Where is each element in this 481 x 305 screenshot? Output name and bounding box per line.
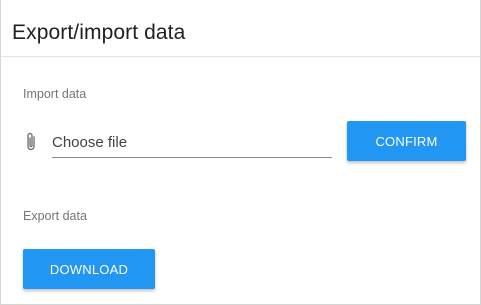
choose-file-input[interactable] [52, 128, 332, 158]
export-data-label: Export data [23, 209, 87, 223]
confirm-button[interactable]: CONFIRM [347, 121, 466, 161]
file-chooser-field[interactable] [23, 128, 332, 158]
export-import-card: Export/import data Import data CONFIRM E… [0, 0, 481, 305]
import-data-label: Import data [23, 87, 87, 101]
download-button[interactable]: DOWNLOAD [23, 249, 155, 289]
card-header: Export/import data [1, 0, 480, 57]
paperclip-icon[interactable] [24, 132, 38, 152]
page-title: Export/import data [12, 21, 186, 44]
